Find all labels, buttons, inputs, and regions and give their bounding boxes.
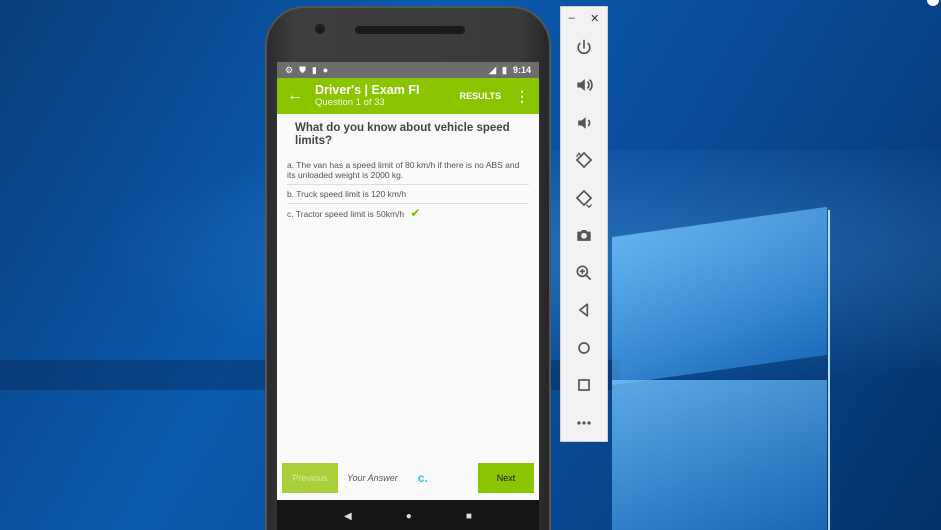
rotate-right-button[interactable] xyxy=(561,179,607,217)
answer-option-a[interactable]: a. The van has a speed limit of 80 km/h … xyxy=(287,156,529,185)
rotate-right-icon xyxy=(575,189,593,208)
front-camera xyxy=(315,24,325,34)
app-bar: ← Driver's | Exam FI Question 1 of 33 RE… xyxy=(277,78,539,114)
question-counter: Question 1 of 33 xyxy=(315,97,385,108)
power-button[interactable] xyxy=(561,29,607,67)
status-time: 9:14 xyxy=(512,65,531,75)
more-icon xyxy=(577,421,591,425)
answer-option-c[interactable]: c. Tractor speed limit is 50km/h ✔ xyxy=(287,204,529,223)
volume-up-button[interactable] xyxy=(561,67,607,105)
settings-icon: ⚙ xyxy=(285,64,294,75)
android-nav-bar: ◀ ● ■ xyxy=(277,500,539,530)
power-icon xyxy=(577,39,591,54)
back-button[interactable] xyxy=(561,292,607,330)
sd-card-icon: ▮ xyxy=(311,64,317,75)
your-answer-label: Your Answer xyxy=(347,473,398,483)
minimize-icon[interactable]: – xyxy=(569,12,575,24)
results-button[interactable]: RESULTS xyxy=(460,91,501,101)
nav-back-icon[interactable]: ◀ xyxy=(344,511,352,522)
back-icon xyxy=(579,303,589,317)
app-title: Driver's | Exam FI xyxy=(315,83,420,97)
answer-text: c. Tractor speed limit is 50km/h xyxy=(287,209,405,219)
signal-icon: ◢ xyxy=(489,64,497,75)
back-arrow-icon[interactable]: ← xyxy=(287,87,315,105)
more-button[interactable] xyxy=(561,404,607,442)
volume-down-icon xyxy=(578,116,591,129)
previous-button[interactable]: Previous xyxy=(282,463,338,493)
check-icon: ✔ xyxy=(410,206,421,220)
earpiece-speaker xyxy=(355,26,465,34)
volume-up-icon xyxy=(577,79,593,92)
sync-icon: ● xyxy=(322,65,329,75)
phone-frame: ⚙ ⛊ ▮ ● ◢ ▮ 9:14 ← Driver's | Exam FI Qu… xyxy=(265,6,551,530)
overview-icon xyxy=(578,379,590,392)
answer-footer: Previous Your Answer c. Next xyxy=(277,460,539,496)
windows-logo-pane-top xyxy=(612,206,827,386)
shield-icon: ⛊ xyxy=(299,64,306,75)
answer-text: a. The van has a speed limit of 80 km/h … xyxy=(287,160,520,180)
zoom-icon xyxy=(576,265,592,281)
desktop-corner-dot xyxy=(927,0,939,6)
home-button[interactable] xyxy=(561,329,607,367)
question-text: What do you know about vehicle speed lim… xyxy=(295,122,510,147)
question-content: What do you know about vehicle speed lim… xyxy=(277,114,539,223)
camera-icon xyxy=(577,230,591,242)
windows-logo-edge xyxy=(828,210,830,530)
overview-button[interactable] xyxy=(561,367,607,405)
next-button[interactable]: Next xyxy=(478,463,534,493)
emulator-toolbar: – ✕ xyxy=(560,6,608,442)
zoom-button[interactable] xyxy=(561,254,607,292)
phone-screen: ⚙ ⛊ ▮ ● ◢ ▮ 9:14 ← Driver's | Exam FI Qu… xyxy=(277,62,539,530)
overflow-menu-icon[interactable]: ⋮ xyxy=(515,88,529,105)
rotate-left-button[interactable] xyxy=(561,142,607,180)
nav-home-icon[interactable]: ● xyxy=(406,511,412,522)
nav-recents-icon[interactable]: ■ xyxy=(466,511,472,522)
close-icon[interactable]: ✕ xyxy=(590,12,599,25)
answer-option-b[interactable]: b. Truck speed limit is 120 km/h xyxy=(287,185,529,204)
screenshot-button[interactable] xyxy=(561,217,607,255)
volume-down-button[interactable] xyxy=(561,104,607,142)
answer-list: a. The van has a speed limit of 80 km/h … xyxy=(287,156,529,223)
answer-text: b. Truck speed limit is 120 km/h xyxy=(287,189,407,199)
your-answer-value: c. xyxy=(417,471,428,485)
battery-icon: ▮ xyxy=(502,64,507,75)
home-icon xyxy=(578,341,590,354)
status-bar: ⚙ ⛊ ▮ ● ◢ ▮ 9:14 xyxy=(277,62,539,78)
rotate-left-icon xyxy=(575,152,593,169)
windows-logo-pane-bottom xyxy=(612,380,827,530)
